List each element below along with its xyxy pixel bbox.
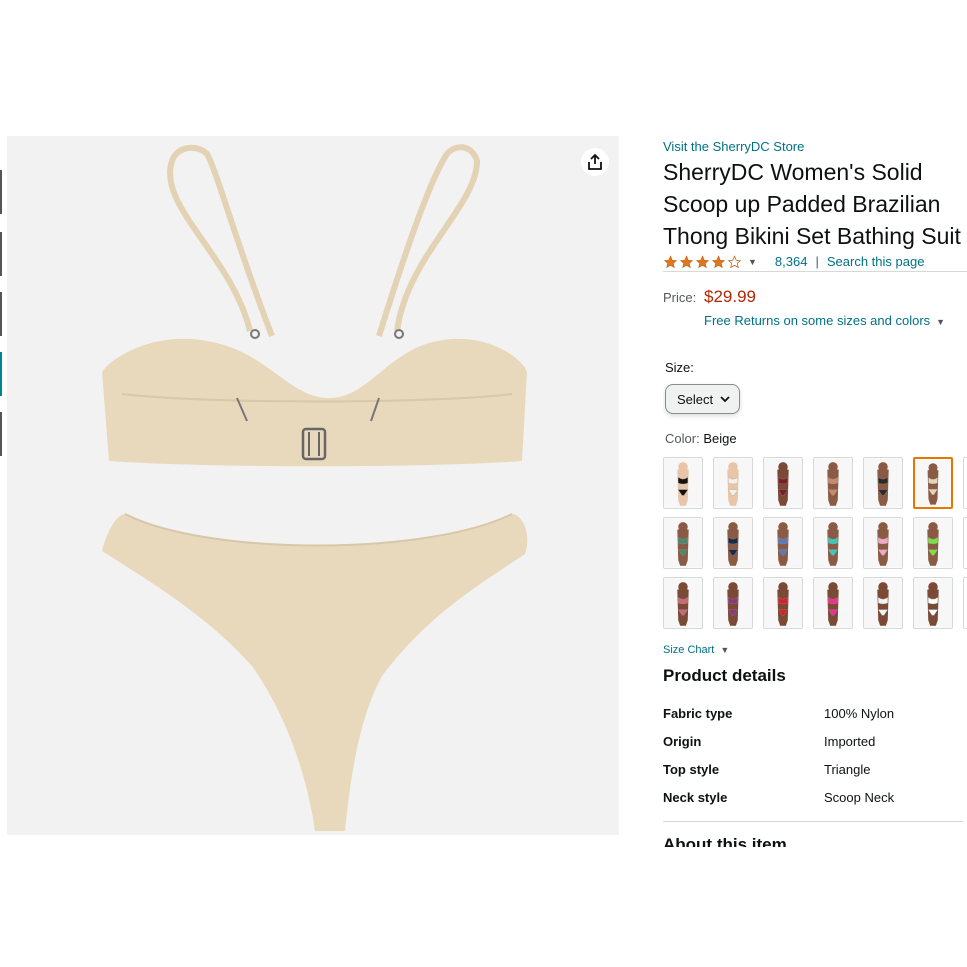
star-rating[interactable] [663, 254, 742, 269]
spec-row: Top style Triangle [663, 762, 963, 782]
thumbnail[interactable] [0, 232, 2, 276]
main-product-image[interactable] [7, 136, 619, 835]
size-dropdown[interactable]: Select [665, 384, 740, 414]
color-swatch[interactable] [913, 457, 953, 509]
share-icon [588, 153, 602, 170]
swatch-model-image [914, 518, 952, 568]
swatch-model-image [864, 518, 902, 568]
size-label: Size: [665, 360, 694, 375]
color-swatch[interactable] [663, 517, 703, 569]
thumbnail[interactable] [0, 412, 2, 456]
spec-row: Origin Imported [663, 734, 963, 754]
spec-key: Neck style [663, 790, 728, 805]
swatch-model-image [814, 578, 852, 628]
color-swatch[interactable] [713, 577, 753, 629]
ratings-count-link[interactable]: 8,364 [775, 254, 808, 269]
spec-row: Neck style Scoop Neck [663, 790, 963, 810]
swatch-model-image [764, 458, 802, 508]
color-label: Color: Beige [665, 431, 737, 446]
chevron-down-icon: ▼ [936, 317, 946, 327]
color-swatch[interactable] [813, 517, 853, 569]
color-swatch[interactable] [663, 457, 703, 509]
color-swatch[interactable] [913, 517, 953, 569]
color-swatch[interactable] [813, 457, 853, 509]
spec-value: 100% Nylon [824, 706, 895, 721]
color-swatch[interactable] [813, 577, 853, 629]
star-full-icon [695, 254, 710, 268]
swatch-model-image [714, 458, 752, 508]
product-details-heading: Product details [663, 666, 786, 685]
bikini-product-image [102, 144, 528, 831]
swatch-model-image [814, 458, 852, 508]
swatch-model-image [714, 518, 752, 568]
star-full-icon [663, 254, 678, 268]
product-info-column: Visit the SherryDC Store SherryDC Women'… [663, 136, 967, 847]
swatch-model-image [914, 578, 952, 628]
swatch-model-image [764, 518, 802, 568]
separator: | [815, 254, 819, 269]
color-swatch[interactable] [713, 457, 753, 509]
size-dropdown-value: Select [677, 391, 714, 407]
swatch-model-image [664, 458, 702, 508]
spec-value: Imported [824, 734, 876, 749]
swatch-model-image [814, 518, 852, 568]
section-divider [663, 821, 963, 822]
color-swatch[interactable] [763, 457, 803, 509]
star-full-icon [711, 254, 726, 268]
color-swatch[interactable] [863, 457, 903, 509]
color-swatch[interactable] [913, 577, 953, 629]
free-returns-link[interactable]: Free Returns on some sizes and colors ▼ [704, 313, 945, 328]
spec-key: Fabric type [663, 706, 733, 721]
color-swatch[interactable] [763, 577, 803, 629]
spec-key: Origin [663, 734, 702, 749]
price-label: Price: [663, 290, 697, 305]
chevron-down-icon [720, 396, 730, 403]
spec-row: Fabric type 100% Nylon [663, 706, 963, 726]
star-full-icon [679, 254, 694, 268]
visit-store-link[interactable]: Visit the SherryDC Store [663, 139, 804, 154]
size-chart-link[interactable]: Size Chart ▼ [663, 644, 729, 656]
spec-value: Scoop Neck [824, 790, 895, 805]
product-title: SherryDC Women's Solid Scoop up Padded B… [663, 159, 961, 249]
thumbnail-selected[interactable] [0, 352, 2, 396]
color-swatch[interactable] [863, 577, 903, 629]
chevron-down-icon[interactable]: ▼ [748, 257, 757, 267]
swatch-model-image [764, 578, 802, 628]
size-chart-text: Size Chart [663, 644, 715, 656]
about-this-item-heading: About this item [663, 835, 787, 847]
share-button[interactable] [581, 148, 609, 176]
swatch-model-image [864, 578, 902, 628]
thumbnail[interactable] [0, 292, 2, 336]
color-swatch[interactable] [663, 577, 703, 629]
swatch-model-image [664, 578, 702, 628]
search-this-page-link[interactable]: Search this page [827, 254, 925, 269]
color-swatch[interactable] [963, 457, 967, 509]
swatch-model-image [864, 458, 902, 508]
star-empty-icon [727, 254, 742, 268]
color-swatch[interactable] [763, 517, 803, 569]
color-swatch[interactable] [963, 577, 967, 629]
thumbnail[interactable] [0, 170, 2, 214]
color-label-text: Color: [665, 431, 700, 446]
swatch-model-image [664, 518, 702, 568]
swatch-model-image [714, 578, 752, 628]
color-swatch[interactable] [963, 517, 967, 569]
color-swatch[interactable] [713, 517, 753, 569]
price-value: $29.99 [704, 287, 756, 306]
spec-key: Top style [663, 762, 720, 777]
swatch-model-image [915, 459, 951, 507]
spec-value: Triangle [824, 762, 871, 777]
free-returns-text: Free Returns on some sizes and colors [704, 313, 931, 328]
color-selected-value: Beige [703, 431, 737, 446]
rating-row: ▼ 8,364 | Search this page [663, 254, 967, 272]
chevron-down-icon: ▼ [720, 645, 730, 655]
color-swatch[interactable] [863, 517, 903, 569]
